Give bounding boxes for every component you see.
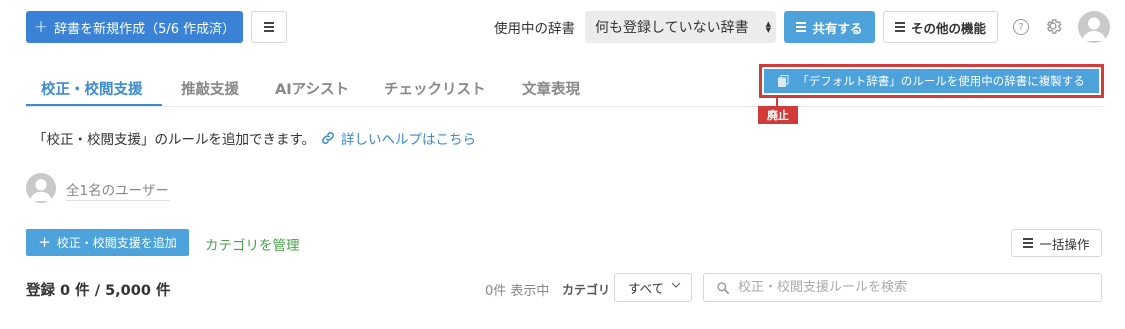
category-select[interactable]: すべて [614, 273, 692, 302]
user-count-underline [66, 200, 170, 201]
category-select-value: すべて [628, 281, 665, 296]
other-functions-label: その他の機能 [910, 20, 986, 36]
plus-icon: + [38, 233, 51, 251]
copy-default-rules-label: 「デフォルト辞書」のルールを使用中の辞書に複製する [797, 74, 1085, 88]
bulk-operation-button[interactable]: 一括操作 [1011, 229, 1102, 257]
rule-search-input[interactable] [738, 280, 1078, 295]
tab-checklist[interactable]: チェックリスト [384, 78, 486, 99]
category-label: カテゴリ [562, 283, 611, 297]
tab-refinement[interactable]: 推敲支援 [181, 78, 239, 99]
help-link[interactable]: 詳しいヘルプはこちら [321, 128, 476, 148]
search-icon [717, 281, 730, 294]
callout-line [776, 98, 778, 106]
user-avatar[interactable] [1078, 11, 1110, 43]
rule-search-box[interactable] [703, 273, 1102, 302]
highlight-frame: 「デフォルト辞書」のルールを使用中の辞書に複製する [759, 64, 1104, 98]
new-dictionary-label: 辞書を新規作成（5/6 作成済） [54, 21, 236, 37]
copy-default-rules-button[interactable]: 「デフォルト辞書」のルールを使用中の辞書に複製する [764, 69, 1099, 93]
section-description: 「校正・校閲支援」のルールを追加できます。 [33, 132, 316, 148]
hamburger-icon [264, 22, 274, 32]
person-icon [1082, 17, 1106, 41]
registered-count: 登録 0 件 / 5,000 件 [26, 283, 171, 299]
gear-icon[interactable] [1043, 16, 1063, 36]
person-icon [29, 179, 53, 202]
tab-divider [26, 106, 1104, 107]
add-rule-button[interactable]: + 校正・校閲支援を追加 [26, 229, 189, 256]
manage-category-link[interactable]: カテゴリを管理 [205, 234, 300, 254]
list-icon [796, 22, 807, 32]
list-icon [894, 22, 905, 32]
active-dictionary-label: 使用中の辞書 [494, 21, 575, 37]
chevron-down-icon [671, 282, 681, 288]
add-rule-label: 校正・校閲支援を追加 [56, 236, 177, 250]
bulk-operation-label: 一括操作 [1039, 236, 1090, 252]
shown-count: 0件 表示中 [485, 284, 550, 299]
dictionary-select-value: 何も登録していない辞書 [595, 20, 749, 36]
member-avatar [26, 173, 56, 203]
deprecated-badge: 廃止 [758, 106, 798, 124]
link-icon [322, 132, 334, 144]
other-functions-button[interactable]: その他の機能 [883, 11, 998, 43]
user-count-link[interactable]: 全1名のユーザー [66, 179, 169, 199]
copy-icon [778, 75, 789, 87]
plus-icon: + [33, 16, 49, 37]
help-link-label: 詳しいヘルプはこちら [341, 132, 476, 148]
share-button[interactable]: 共有する [784, 11, 875, 43]
dictionary-select[interactable]: 何も登録していない辞書 ▲ ▼ [585, 11, 776, 43]
new-dictionary-button[interactable]: + 辞書を新規作成（5/6 作成済） [26, 11, 243, 43]
question-circle-icon[interactable]: ? [1013, 19, 1029, 35]
list-icon [1023, 238, 1034, 248]
tab-writing-expression[interactable]: 文章表現 [522, 78, 580, 99]
tab-proofreading[interactable]: 校正・校閲支援 [41, 78, 143, 99]
tab-ai-assist[interactable]: AIアシスト [275, 78, 349, 99]
share-label: 共有する [812, 20, 863, 36]
dictionary-menu-button[interactable] [251, 11, 287, 43]
select-arrows-icon: ▲ ▼ [765, 20, 771, 34]
